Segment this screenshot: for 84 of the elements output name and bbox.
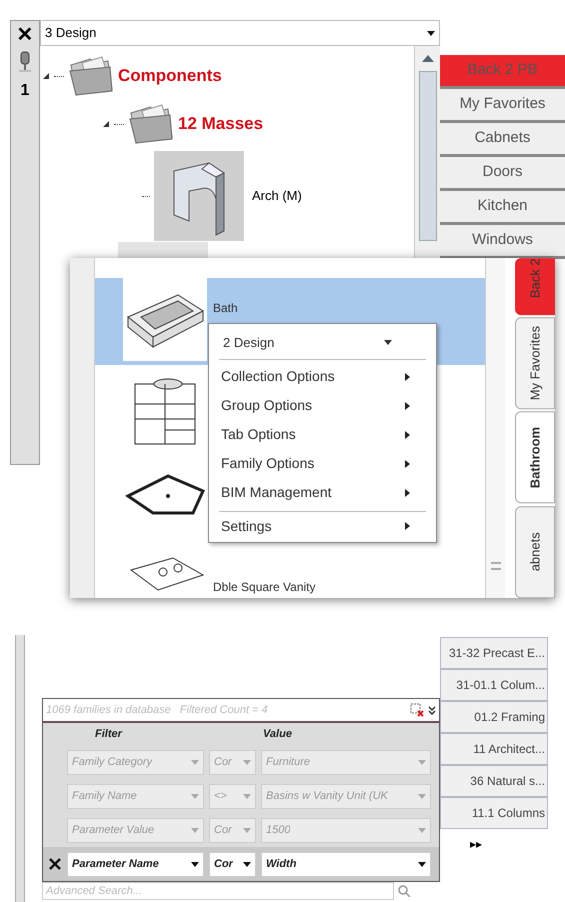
side-tab[interactable]: 11 Architect...	[440, 733, 548, 765]
menu-item[interactable]: Tab Options	[219, 420, 426, 449]
caret-icon	[191, 794, 199, 798]
caret-icon	[191, 862, 199, 866]
design-dropdown[interactable]: 3 Design	[40, 20, 440, 46]
menu-item[interactable]: BIM Management	[219, 478, 426, 507]
menu-item-label: BIM Management	[221, 483, 332, 502]
family-label: Dble Square Vanity	[213, 579, 316, 596]
folder-icon	[128, 103, 174, 145]
combo-value: Cor	[214, 822, 232, 838]
caret-icon	[243, 794, 251, 798]
combo-value: Basins w Vanity Unit (UK	[266, 788, 388, 804]
side-tab[interactable]: 31-01.1 Colum...	[440, 669, 548, 701]
folder-icon	[68, 55, 114, 97]
side-tab[interactable]: Windows	[440, 225, 565, 259]
side-tab[interactable]: Cabnets	[440, 123, 565, 157]
more-tabs-icon[interactable]: ▸▸	[470, 835, 548, 853]
caret-icon	[191, 828, 199, 832]
side-tab[interactable]: My Favorites	[515, 317, 555, 410]
menu-item[interactable]: Settings	[219, 511, 426, 540]
menu-item-label: Settings	[221, 516, 272, 536]
caret-icon	[427, 30, 435, 36]
side-tab[interactable]: 01.2 Framing	[440, 701, 548, 733]
submenu-arrow-icon	[405, 402, 410, 410]
scrollbar[interactable]	[485, 258, 505, 598]
side-tab[interactable]: abnets	[515, 506, 555, 598]
filter-field-dropdown[interactable]: Parameter Name	[67, 852, 204, 876]
menu-dropdown[interactable]: 2 Design	[219, 326, 426, 360]
combo-value: Family Name	[72, 788, 137, 804]
combo-value: Parameter Name	[72, 856, 159, 872]
side-tab[interactable]: Kitchen	[440, 191, 565, 225]
caret-icon	[243, 760, 251, 764]
combo-value: Cor	[214, 754, 232, 770]
scrollbar-thumb[interactable]	[418, 71, 436, 241]
dropdown-value: 3 Design	[45, 24, 96, 42]
submenu-arrow-icon	[405, 522, 410, 530]
status-text: 1069 families in database Filtered Count = 4	[46, 702, 268, 718]
combo-value: Furniture	[266, 754, 310, 770]
menu-item[interactable]: Family Options	[219, 449, 426, 478]
combo-value: 1500	[266, 822, 290, 838]
menu-item-label: Tab Options	[221, 425, 296, 444]
menu-item[interactable]: Collection Options	[219, 362, 426, 391]
family-label[interactable]: Arch (M)	[252, 186, 302, 206]
collapse-icon	[428, 706, 436, 714]
pin-icon	[17, 51, 33, 73]
remove-icon	[49, 858, 61, 870]
caret-icon	[418, 794, 426, 798]
menu-item[interactable]: Group Options	[219, 391, 426, 420]
combo-value: Parameter Value	[72, 822, 154, 838]
search-icon	[398, 885, 410, 897]
side-tab[interactable]: 36 Natural s...	[440, 765, 548, 797]
close-button[interactable]: ✕	[16, 25, 34, 45]
submenu-arrow-icon	[405, 372, 410, 380]
caret-icon	[418, 828, 426, 832]
caret-icon	[418, 862, 426, 866]
side-tab[interactable]: 11.1 Columns	[440, 797, 548, 829]
value-dropdown[interactable]: Width	[261, 852, 431, 876]
menu-item-label: Collection Options	[221, 367, 335, 386]
column-header: Filter	[95, 726, 124, 742]
submenu-arrow-icon	[405, 460, 410, 468]
count-label: 1	[20, 81, 30, 101]
folder-label[interactable]: 12 Masses	[178, 111, 264, 137]
scroll-up-icon	[420, 54, 434, 63]
submenu-arrow-icon	[405, 488, 410, 496]
caret-icon	[243, 828, 251, 832]
grip-icon	[490, 562, 500, 570]
combo-value: <>	[214, 788, 227, 804]
family-label: Bath	[213, 300, 238, 317]
side-tab[interactable]: Bathroom	[515, 411, 555, 504]
caret-icon	[384, 340, 392, 345]
column-header: Value	[263, 726, 292, 742]
menu-item-label: Family Options	[221, 454, 314, 473]
side-tab[interactable]: Doors	[440, 157, 565, 191]
caret-icon	[418, 760, 426, 764]
folder-label[interactable]: Components	[118, 63, 222, 89]
caret-icon	[243, 862, 251, 866]
caret-icon	[191, 760, 199, 764]
menu-item-label: Group Options	[221, 396, 312, 415]
submenu-arrow-icon	[405, 430, 410, 438]
side-tab[interactable]: My Favorites	[440, 89, 565, 123]
dropdown-value: 2 Design	[223, 334, 274, 352]
clear-filter-icon	[410, 703, 424, 717]
combo-value: Width	[266, 856, 296, 872]
side-tab[interactable]: 31-32 Precast E...	[440, 637, 548, 669]
